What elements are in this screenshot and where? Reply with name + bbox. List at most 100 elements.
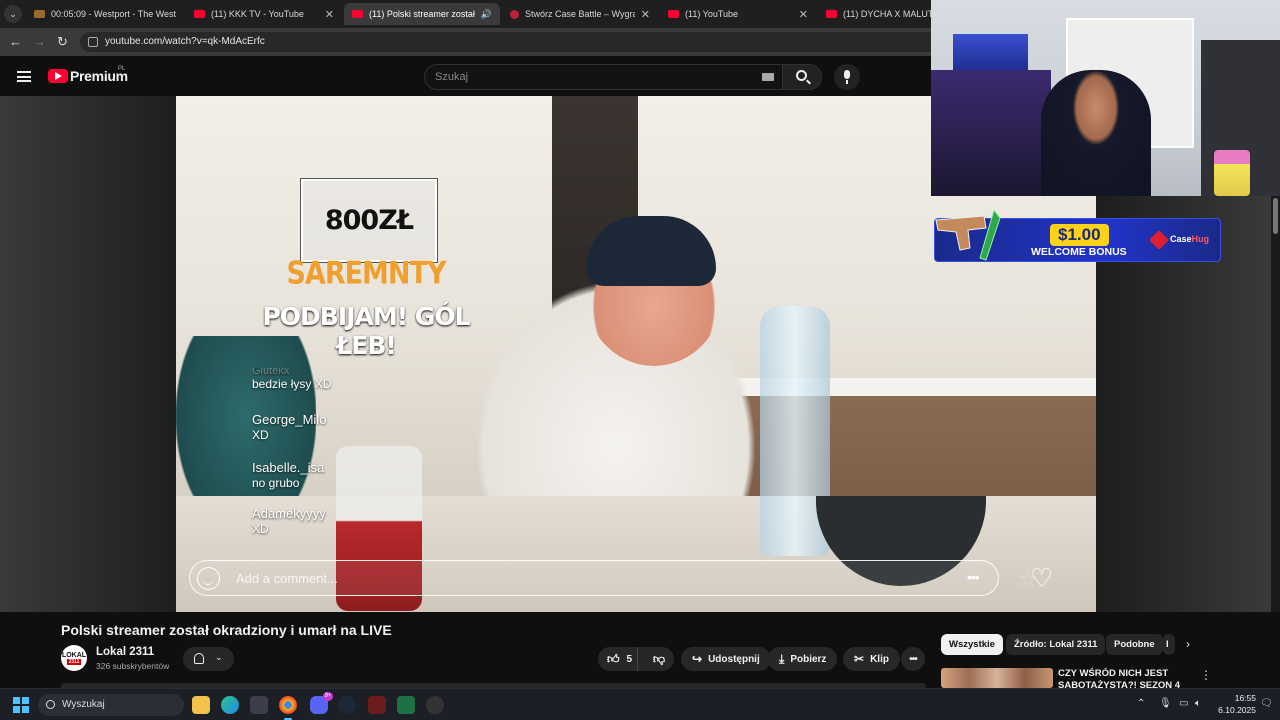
close-icon[interactable]: ✕: [799, 8, 808, 21]
share-label: Udostępnij: [708, 653, 760, 665]
bonus-text: WELCOME BONUS: [1031, 246, 1127, 258]
scrollbar-thumb[interactable]: [1273, 198, 1278, 234]
download-button[interactable]: ⤓ Pobierz: [768, 647, 838, 671]
discord-badge: 9+: [323, 692, 333, 701]
thumbs-up-icon: 👍︎: [607, 651, 620, 666]
donation-amount: 800ZŁ: [324, 205, 414, 236]
app-icon[interactable]: [426, 696, 444, 714]
site-info-icon[interactable]: [88, 37, 98, 47]
notification-icon[interactable]: 🗨︎: [1260, 698, 1273, 709]
avatar-number: 2311: [66, 658, 82, 665]
reload-icon[interactable]: ↻: [57, 34, 68, 50]
chip-more[interactable]: I: [1163, 634, 1175, 655]
tray-overflow-icon[interactable]: ⌃: [1137, 698, 1145, 709]
scissors-icon: ✂: [854, 652, 865, 666]
tab-kkk-tv[interactable]: (11) KKK TV - YouTube ✕: [186, 3, 342, 25]
clip-button[interactable]: ✂ Klip: [843, 647, 900, 671]
clock-date[interactable]: 6.10.2025: [1210, 705, 1256, 715]
chat-text: no grubo: [252, 476, 300, 490]
keyboard-icon[interactable]: [762, 73, 774, 81]
dislike-button[interactable]: 👎︎: [644, 652, 674, 667]
more-actions-button[interactable]: •••: [901, 647, 925, 671]
more-vert-icon[interactable]: ⋮: [1200, 668, 1212, 682]
channel-avatar[interactable]: LOKAL 2311: [61, 645, 87, 671]
youtube-logo-icon[interactable]: [48, 69, 68, 83]
tab-dycha[interactable]: (11) DYCHA X MALUTKI_K: [818, 3, 931, 25]
chat-text: XD: [252, 428, 269, 442]
donation-message: PODBIJAM! GÓL ŁEB!: [262, 302, 470, 360]
share-button[interactable]: ↪ Udostępnij: [681, 647, 771, 671]
taskbar-search[interactable]: Wyszukaj: [38, 694, 184, 716]
tab-westport[interactable]: 00:05:09 - Westport - The West ✕: [26, 3, 182, 25]
url-field[interactable]: youtube.com/watch?v=qk-MdAcErfc: [80, 32, 940, 52]
like-button[interactable]: 👍︎ 5: [598, 647, 638, 671]
youtube-icon: [352, 10, 363, 18]
notifications-button[interactable]: ⌄: [183, 647, 234, 671]
store-icon[interactable]: [250, 696, 268, 714]
youtube-icon: [194, 10, 205, 18]
chip-all[interactable]: Wszystkie: [941, 634, 1003, 655]
avatar-text: LOKAL: [61, 651, 87, 659]
tab-polski-streamer[interactable]: (11) Polski streamer został 🔊 ✕: [344, 3, 500, 25]
chip-related[interactable]: Podobne: [1106, 634, 1163, 655]
channel-name[interactable]: Lokal 2311: [96, 646, 154, 658]
network-icon[interactable]: ▭: [1179, 698, 1188, 709]
youtube-icon: [826, 10, 837, 18]
close-icon[interactable]: ✕: [641, 8, 650, 21]
webcam-aquarium: [953, 34, 1028, 74]
bonus-amount: $1.00: [1050, 224, 1109, 246]
tab-youtube[interactable]: (11) YouTube ✕: [660, 3, 816, 25]
recommendation-thumbnail[interactable]: [941, 668, 1053, 688]
audio-icon[interactable]: 🔊: [481, 9, 492, 20]
tab-title: (11) YouTube: [685, 9, 739, 19]
file-explorer-icon[interactable]: [192, 696, 210, 714]
casino-icon: [510, 9, 519, 19]
comment-input-bar[interactable]: Add a comment... •••: [189, 560, 999, 596]
chrome-icon[interactable]: [279, 696, 297, 720]
menu-icon[interactable]: [17, 71, 31, 82]
chat-message: Glutekx bedzie łysy XD: [252, 368, 331, 391]
search-icon: [796, 70, 807, 81]
region-code: PL: [118, 66, 126, 72]
donation-amount-box: 800ZŁ: [300, 178, 438, 263]
search-placeholder: Szukaj: [435, 71, 469, 83]
tab-search-button[interactable]: ⌄: [4, 5, 22, 23]
donor-name: SAREMNTY: [286, 255, 446, 292]
emoji-icon[interactable]: [197, 567, 220, 590]
windows-start-icon[interactable]: [13, 697, 29, 713]
chevron-right-icon[interactable]: ›: [1186, 637, 1190, 651]
edge-icon[interactable]: [221, 696, 239, 714]
close-icon[interactable]: ✕: [325, 8, 334, 21]
more-icon: •••: [909, 653, 917, 665]
game-app-icon[interactable]: [368, 696, 386, 714]
discord-icon[interactable]: 9+: [310, 692, 333, 714]
forward-icon[interactable]: →: [33, 34, 46, 49]
weapon-skin-icon: [935, 208, 1001, 261]
webcam-cup: [1214, 150, 1250, 196]
video-title: Polski streamer został okradziony i umar…: [61, 622, 392, 638]
microphone-icon[interactable]: 🎙︎: [1159, 698, 1172, 709]
chip-source[interactable]: Źródło: Lokal 2311: [1006, 634, 1106, 655]
excel-icon[interactable]: [397, 696, 415, 714]
heart-icon[interactable]: ♡: [1030, 565, 1053, 591]
voice-search-icon[interactable]: [834, 64, 860, 90]
back-icon[interactable]: ←: [9, 34, 22, 49]
like-dislike-group: 👍︎ 5 👎︎: [598, 647, 674, 671]
clip-label: Klip: [870, 653, 889, 665]
chat-text: XD: [252, 522, 269, 536]
chat-username: Isabelle._isa: [252, 460, 325, 475]
chat-message: George_Milo XD: [252, 412, 326, 442]
chevron-down-icon: ⌄: [215, 652, 223, 662]
search-input[interactable]: Szukaj: [424, 64, 784, 90]
tab-title: Stwórz Case Battle – Wygraj sk: [525, 9, 635, 19]
url-text: youtube.com/watch?v=qk-MdAcErfc: [105, 36, 265, 47]
volume-icon[interactable]: 🔈︎: [1195, 698, 1201, 709]
like-count: 5: [626, 653, 633, 665]
tab-case-battle[interactable]: Stwórz Case Battle – Wygraj sk ✕: [502, 3, 658, 25]
tab-title: (11) DYCHA X MALUTKI_K: [843, 9, 931, 19]
steam-icon[interactable]: [338, 696, 356, 714]
webcam-desk: [931, 70, 1051, 196]
search-button[interactable]: [782, 64, 822, 90]
clock-time[interactable]: 16:55: [1226, 693, 1256, 703]
more-options-icon[interactable]: •••: [967, 569, 980, 585]
